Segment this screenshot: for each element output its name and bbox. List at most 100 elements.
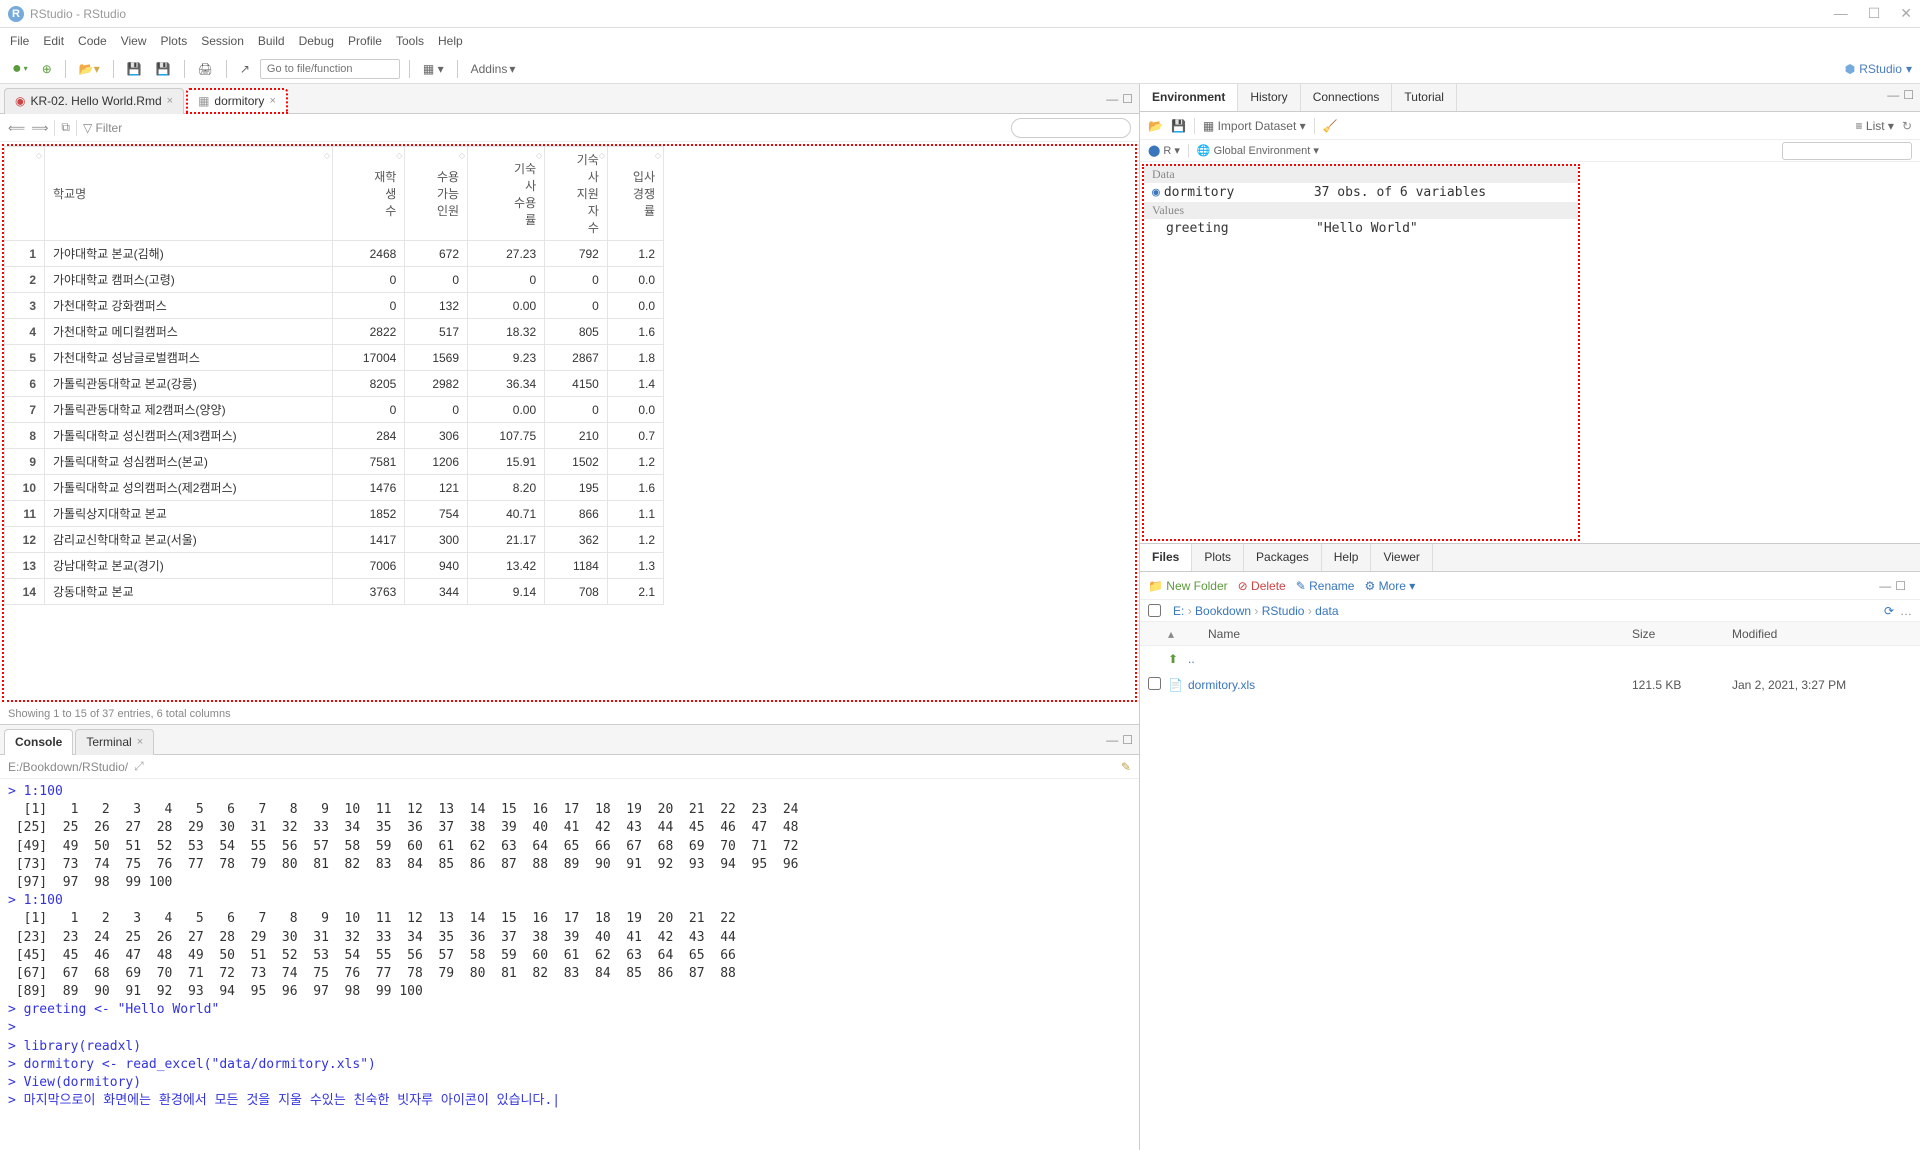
refresh-icon[interactable]: ↻ [1902,119,1912,133]
column-header[interactable]: ◇ [5,147,45,241]
menu-edit[interactable]: Edit [43,34,64,48]
save-all-button[interactable]: 💾 [152,60,175,78]
console-output[interactable]: > 1:100 [1] 1 2 3 4 5 6 7 8 9 10 11 12 1… [0,779,1139,1150]
menu-code[interactable]: Code [78,34,107,48]
maximize-pane-icon[interactable]: ☐ [1903,88,1914,107]
minimize-icon[interactable]: — [1834,5,1848,22]
list-view-button[interactable]: ≡ List ▾ [1856,119,1894,133]
env-item-dormitory[interactable]: ◉ dormitory 37 obs. of 6 variables [1144,183,1578,202]
table-row[interactable]: 10가톨릭대학교 성의캠퍼스(제2캠퍼스)14761218.201951.6 [5,475,664,501]
table-row[interactable]: 14강동대학교 본교37633449.147082.1 [5,579,664,605]
table-row[interactable]: 12감리교신학대학교 본교(서울)141730021.173621.2 [5,527,664,553]
file-row[interactable]: ⬆.. [1140,646,1920,672]
table-row[interactable]: 8가톨릭대학교 성신캠퍼스(제3캠퍼스)284306107.752100.7 [5,423,664,449]
close-tab-icon[interactable]: × [167,95,173,107]
save-workspace-icon[interactable]: 💾 [1171,119,1186,133]
tab-help[interactable]: Help [1322,544,1372,571]
menu-plots[interactable]: Plots [161,34,188,48]
close-tab-icon[interactable]: × [269,95,275,107]
load-workspace-icon[interactable]: 📂 [1148,119,1163,133]
menu-help[interactable]: Help [438,34,463,48]
filter-icon[interactable]: ▽ Filter [83,121,122,135]
breadcrumb-item[interactable]: E: [1173,604,1184,618]
project-menu[interactable]: ⬢RStudio ▾ [1845,62,1912,76]
column-header[interactable]: 입사경쟁률◇ [607,147,663,241]
maximize-pane-icon[interactable]: ☐ [1122,733,1133,747]
clear-env-icon[interactable]: 🧹 [1323,119,1338,133]
maximize-pane-icon[interactable]: ☐ [1122,92,1133,106]
data-table-viewer[interactable]: ◇학교명◇재학생수◇수용가능인원◇기숙사수용률◇기숙사지원자수◇입사경쟁률◇1가… [2,144,1137,702]
tab-viewer[interactable]: Viewer [1371,544,1432,571]
scope-selector[interactable]: 🌐 Global Environment ▾ [1197,144,1319,157]
breadcrumb-item[interactable]: Bookdown [1195,604,1251,618]
tab-packages[interactable]: Packages [1244,544,1322,571]
table-row[interactable]: 2가야대학교 캠퍼스(고령)00000.0 [5,267,664,293]
new-folder-button[interactable]: 📁 New Folder [1148,579,1228,593]
menu-profile[interactable]: Profile [348,34,382,48]
column-header[interactable]: 학교명◇ [45,147,333,241]
forward-icon[interactable]: ⟹ [31,121,48,135]
more-button[interactable]: ⚙ More ▾ [1364,579,1415,593]
tab-dormitory[interactable]: ▦ dormitory × [186,88,288,114]
tab-plots[interactable]: Plots [1192,544,1244,571]
column-header[interactable]: 기숙사지원자수◇ [545,147,608,241]
clear-console-icon[interactable]: ✎ [1121,760,1131,774]
table-row[interactable]: 1가야대학교 본교(김해)246867227.237921.2 [5,241,664,267]
maximize-icon[interactable]: ☐ [1868,5,1881,22]
file-checkbox[interactable] [1148,677,1161,690]
breadcrumb-item[interactable]: data [1315,604,1338,618]
menu-debug[interactable]: Debug [299,34,334,48]
tab-tutorial[interactable]: Tutorial [1392,84,1457,111]
menu-file[interactable]: File [10,34,29,48]
popout-icon[interactable]: ⧉ [61,120,70,135]
tab-environment[interactable]: Environment [1140,84,1238,111]
more-path-icon[interactable]: … [1900,604,1912,618]
lang-selector[interactable]: ⬤ R ▾ [1148,144,1180,157]
tab-history[interactable]: History [1238,84,1300,111]
new-project-button[interactable]: ⊕ [38,60,56,78]
import-dataset-button[interactable]: ▦ Import Dataset ▾ [1203,119,1306,133]
goto-input[interactable] [260,59,400,79]
tab-files[interactable]: Files [1140,544,1192,571]
menu-build[interactable]: Build [258,34,285,48]
expand-icon[interactable]: ◉ [1152,185,1160,200]
table-row[interactable]: 7가톨릭관동대학교 제2캠퍼스(양양)000.0000.0 [5,397,664,423]
tab-terminal[interactable]: Terminal × [75,729,154,755]
menu-view[interactable]: View [121,34,147,48]
minimize-pane-icon[interactable]: — [1106,92,1118,106]
print-button[interactable]: 🖨 [194,60,217,78]
sort-icon[interactable]: ▴ [1168,627,1178,641]
addins-button[interactable]: Addins ▾ [467,60,520,78]
minimize-pane-icon[interactable]: — [1887,88,1899,107]
tab-console[interactable]: Console [4,729,73,755]
data-search-input[interactable] [1011,118,1131,138]
save-button[interactable]: 💾 [123,60,146,78]
table-row[interactable]: 6가톨릭관동대학교 본교(강릉)8205298236.3441501.4 [5,371,664,397]
env-item-greeting[interactable]: greeting "Hello World" [1144,219,1578,238]
select-all-checkbox[interactable] [1148,604,1161,617]
close-icon[interactable]: ✕ [1900,5,1912,22]
open-file-button[interactable]: 📂▾ [75,60,104,78]
breadcrumb-item[interactable]: RStudio [1262,604,1305,618]
back-icon[interactable]: ⟸ [8,121,25,135]
column-header[interactable]: 기숙사수용률◇ [468,147,545,241]
maximize-pane-icon[interactable]: ☐ [1895,579,1906,593]
table-row[interactable]: 4가천대학교 메디컬캠퍼스282251718.328051.6 [5,319,664,345]
file-row[interactable]: 📄dormitory.xls121.5 KBJan 2, 2021, 3:27 … [1140,672,1920,698]
column-header[interactable]: 재학생수◇ [332,147,404,241]
rename-button[interactable]: ✎ Rename [1296,579,1355,593]
table-row[interactable]: 13강남대학교 본교(경기)700694013.4211841.3 [5,553,664,579]
table-row[interactable]: 9가톨릭대학교 성심캠퍼스(본교)7581120615.9115021.2 [5,449,664,475]
column-header[interactable]: 수용가능인원◇ [405,147,468,241]
grid-button[interactable]: ▦ ▾ [419,60,448,78]
table-row[interactable]: 5가천대학교 성남글로벌캠퍼스1700415699.2328671.8 [5,345,664,371]
menu-tools[interactable]: Tools [396,34,424,48]
refresh-icon[interactable]: ⟳ [1884,604,1894,618]
minimize-pane-icon[interactable]: — [1106,733,1118,747]
goto-arrow-icon[interactable]: ↗ [236,60,254,78]
menu-session[interactable]: Session [201,34,244,48]
env-search-input[interactable] [1782,142,1912,160]
delete-button[interactable]: ⊘ Delete [1238,579,1286,593]
tab-hello-world[interactable]: ◉ KR-02. Hello World.Rmd × [4,88,184,114]
tab-connections[interactable]: Connections [1301,84,1393,111]
